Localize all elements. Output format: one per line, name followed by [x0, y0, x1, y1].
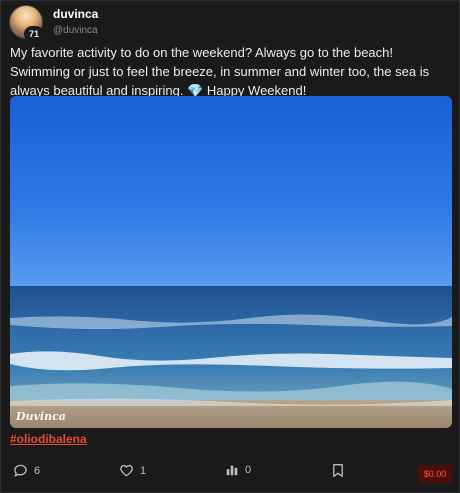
- bar-chart-icon: [226, 465, 238, 476]
- like-count: 1: [140, 464, 147, 477]
- reply-icon: [14, 464, 27, 477]
- heart-icon: [120, 464, 133, 477]
- post-header: 71 duvinca @duvinca: [9, 5, 98, 42]
- post-card: 71 duvinca @duvinca My favorite activity…: [0, 0, 460, 493]
- level-badge: 71: [24, 26, 44, 42]
- author-display-name[interactable]: duvinca: [53, 8, 98, 21]
- views-button[interactable]: 0: [225, 463, 251, 477]
- beach-photo-icon: [10, 96, 452, 428]
- author-handle[interactable]: @duvinca: [53, 25, 98, 36]
- hashtag-link[interactable]: #oliodibalena: [10, 432, 87, 446]
- bookmark-icon: [333, 464, 343, 478]
- post-image[interactable]: Duvinca: [10, 96, 452, 428]
- bookmark-button[interactable]: [331, 463, 345, 478]
- post-actions: 6 1 0 $0.00: [1, 463, 460, 487]
- like-button[interactable]: 1: [119, 463, 146, 478]
- image-watermark: Duvinca: [16, 410, 66, 423]
- reply-count: 6: [34, 464, 41, 477]
- author-names: duvinca @duvinca: [53, 8, 98, 36]
- post-body-text: My favorite activity to do on the weeken…: [10, 45, 430, 98]
- reply-button[interactable]: 6: [13, 463, 40, 478]
- views-count: 0: [245, 464, 252, 476]
- tip-button[interactable]: $0.00: [418, 465, 452, 483]
- avatar[interactable]: 71: [9, 5, 44, 42]
